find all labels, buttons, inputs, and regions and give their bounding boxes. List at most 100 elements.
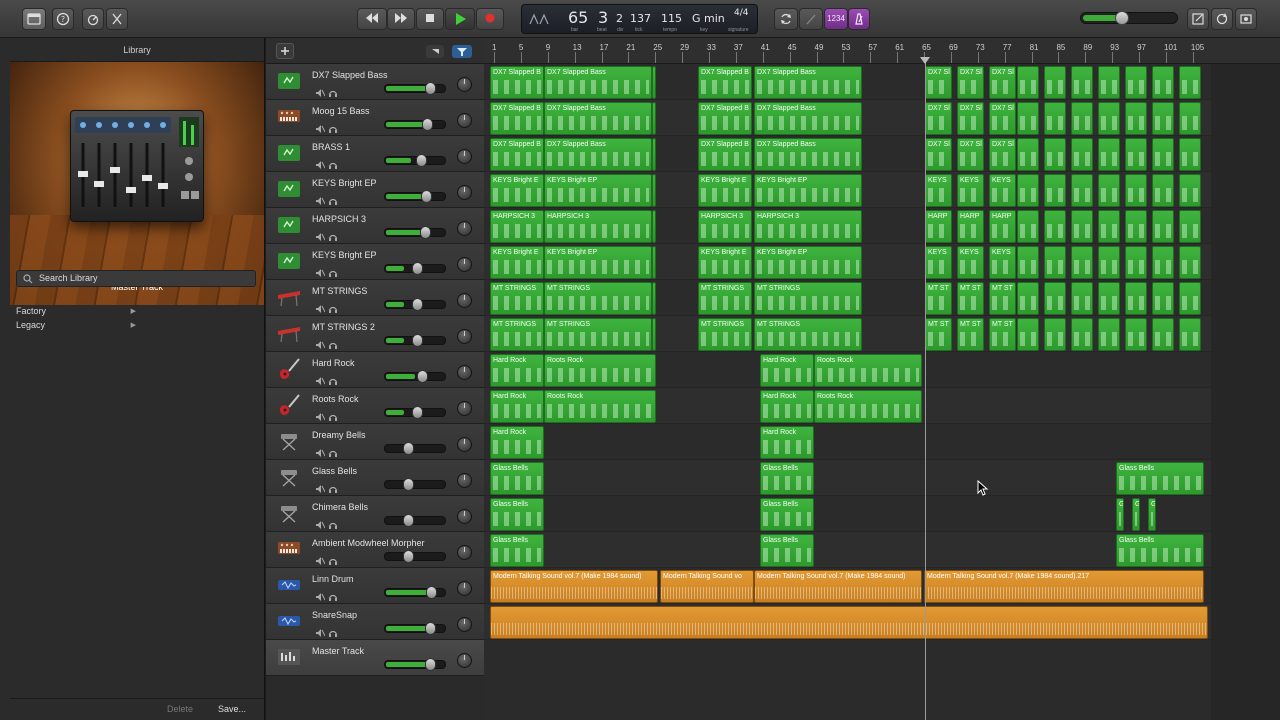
track-header[interactable]: KEYS Bright EP [266, 172, 484, 208]
midi-region[interactable]: DX7 Slapped B [490, 66, 544, 99]
midi-region[interactable]: KEYS [652, 174, 656, 207]
track-header[interactable]: MT STRINGS [266, 280, 484, 316]
midi-region[interactable] [1125, 318, 1147, 351]
midi-region[interactable]: HARPSICH 3 [544, 210, 652, 243]
midi-region[interactable]: KEYS [652, 246, 656, 279]
midi-region[interactable]: MT ST [989, 318, 1016, 351]
track-header[interactable]: KEYS Bright EP [266, 244, 484, 280]
track-header[interactable]: Moog 15 Bass [266, 100, 484, 136]
track-volume-knob[interactable] [422, 118, 433, 131]
solo-headphone-icon[interactable] [328, 193, 338, 205]
track-pan-knob[interactable] [457, 257, 472, 272]
track-header[interactable]: HARPSICH 3 [266, 208, 484, 244]
midi-region[interactable]: DX7 Sl [925, 102, 952, 135]
midi-region[interactable]: Glass Bells [760, 498, 814, 531]
timeline-ruler[interactable]: 1 5 9 13 17 21 25 29 33 37 41 45 49 53 57 61 65 69 73 77 81 8… [484, 38, 1280, 64]
track-header[interactable]: Linn Drum [266, 568, 484, 604]
midi-region[interactable] [1098, 174, 1120, 207]
midi-region[interactable]: DX7 Slapped Bass [754, 66, 862, 99]
track-pan-knob[interactable] [457, 401, 472, 416]
midi-region[interactable] [1125, 174, 1147, 207]
midi-region[interactable] [1098, 246, 1120, 279]
midi-region[interactable]: MT STRINGS [754, 318, 862, 351]
midi-region[interactable]: MT STRINGS [490, 282, 544, 315]
midi-region[interactable]: Roots Rock [544, 354, 656, 387]
master-volume-slider[interactable] [1080, 11, 1178, 25]
midi-region[interactable] [1044, 210, 1066, 243]
track-volume-slider[interactable] [384, 622, 446, 635]
midi-region[interactable] [1152, 246, 1174, 279]
track-volume-slider[interactable] [384, 262, 446, 275]
midi-region[interactable]: KEYS [989, 174, 1016, 207]
midi-region[interactable]: HARP [989, 210, 1016, 243]
count-in-button[interactable]: 1234 [824, 8, 848, 30]
track-volume-slider[interactable] [384, 478, 446, 491]
midi-region[interactable] [1071, 138, 1093, 171]
midi-region[interactable]: Hard Rock [490, 426, 544, 459]
midi-region[interactable]: MT STRINGS [754, 282, 862, 315]
midi-region[interactable] [1071, 66, 1093, 99]
solo-headphone-icon[interactable] [328, 157, 338, 169]
library-button[interactable] [22, 8, 46, 30]
midi-region[interactable] [1125, 66, 1147, 99]
solo-headphone-icon[interactable] [328, 409, 338, 421]
midi-region[interactable]: MT ST [652, 318, 656, 351]
midi-region[interactable] [1098, 318, 1120, 351]
filter-button[interactable] [452, 45, 472, 58]
midi-region[interactable] [1044, 66, 1066, 99]
track-lane[interactable]: MT STRINGS MT STRINGS MT ST MT STRINGS MT ST… [484, 280, 1280, 316]
midi-region[interactable] [1071, 318, 1093, 351]
midi-region[interactable]: MT STRINGS [698, 282, 752, 315]
midi-region[interactable]: Hard Rock [760, 426, 814, 459]
midi-region[interactable]: KEYS Bright E [698, 174, 752, 207]
track-lane[interactable]: KEYS Bright E KEYS Bright EP KEYS KEYS Brig… [484, 172, 1280, 208]
track-header[interactable]: Ambient Modwheel Morpher [266, 532, 484, 568]
tuner-button[interactable] [799, 8, 823, 30]
midi-region[interactable]: MT STRINGS [544, 318, 652, 351]
track-volume-slider[interactable] [384, 442, 446, 455]
midi-region[interactable]: DX7 Slapped B [490, 102, 544, 135]
midi-region[interactable] [1017, 102, 1039, 135]
midi-region[interactable]: DX7 Slapped Bass [544, 138, 652, 171]
master-volume-knob[interactable] [1115, 11, 1129, 25]
notepad-button[interactable] [1187, 8, 1209, 30]
track-volume-slider[interactable] [384, 550, 446, 563]
midi-region[interactable] [1044, 174, 1066, 207]
track-lane[interactable]: KEYS Bright E KEYS Bright EP KEYS KEYS Brig… [484, 244, 1280, 280]
smart-controls-button[interactable] [82, 8, 104, 30]
midi-region[interactable] [1071, 210, 1093, 243]
mute-icon[interactable] [315, 337, 326, 349]
midi-region[interactable]: MT ST [925, 282, 952, 315]
track-volume-slider[interactable] [384, 298, 446, 311]
midi-region[interactable] [1098, 102, 1120, 135]
rewind-button[interactable] [357, 8, 387, 30]
solo-headphone-icon[interactable] [328, 481, 338, 493]
midi-region[interactable]: Roots Rock [814, 390, 922, 423]
midi-region[interactable]: HARPSICH 3 [698, 210, 752, 243]
midi-region[interactable]: Glass Bells [1116, 462, 1204, 495]
track-volume-slider[interactable] [384, 226, 446, 239]
midi-region[interactable] [1044, 102, 1066, 135]
midi-region[interactable]: Hard Rock [490, 354, 544, 387]
midi-region[interactable] [1125, 102, 1147, 135]
track-volume-slider[interactable] [384, 334, 446, 347]
midi-region[interactable]: Glass Bells [490, 462, 544, 495]
metronome-button[interactable] [848, 8, 870, 30]
midi-region[interactable] [1017, 282, 1039, 315]
midi-region[interactable] [1179, 174, 1201, 207]
midi-region[interactable]: KEYS Bright EP [544, 174, 652, 207]
midi-region[interactable]: MT ST [957, 318, 984, 351]
midi-region[interactable] [1071, 174, 1093, 207]
midi-region[interactable]: Roots Rock [814, 354, 922, 387]
midi-region[interactable]: Glass Bells [760, 462, 814, 495]
track-lane[interactable]: Glass Bells Glass Bells Gl Gl Gl [484, 496, 1280, 532]
track-volume-slider[interactable] [384, 190, 446, 203]
track-volume-knob[interactable] [417, 370, 428, 383]
track-pan-knob[interactable] [457, 437, 472, 452]
midi-region[interactable]: DX7 Sl [925, 138, 952, 171]
midi-region[interactable]: Glass Bells [490, 498, 544, 531]
track-volume-slider[interactable] [384, 514, 446, 527]
midi-region[interactable] [1044, 138, 1066, 171]
track-lane[interactable]: DX7 Slapped B DX7 Slapped Bass DX7 Slapped… [484, 64, 1280, 100]
solo-headphone-icon[interactable] [328, 589, 338, 601]
